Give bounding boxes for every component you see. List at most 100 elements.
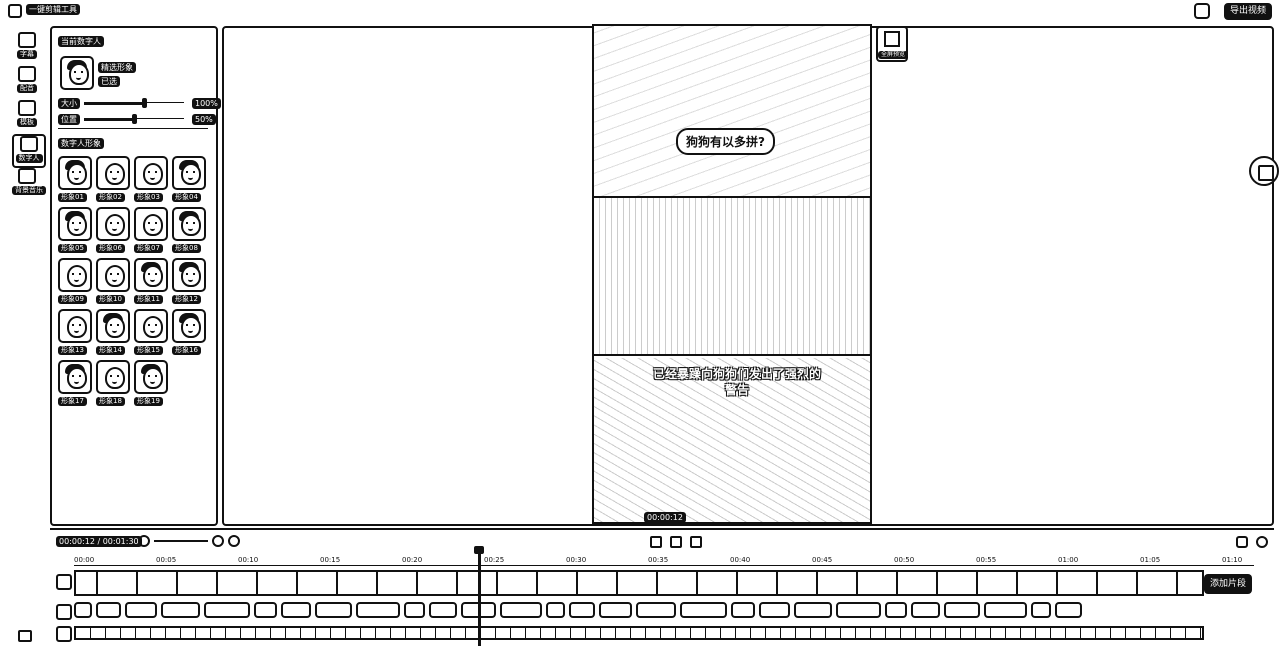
avatar-option[interactable]: 形象04: [172, 156, 208, 206]
audio-clip[interactable]: [161, 602, 200, 618]
ai-assistant-icon[interactable]: [1249, 156, 1279, 186]
avatar-thumbnail[interactable]: [172, 309, 206, 343]
next-frame-icon[interactable]: [690, 536, 702, 548]
audio-clip[interactable]: [254, 602, 277, 618]
previous-frame-icon[interactable]: [650, 536, 662, 548]
avatar-option[interactable]: 形象10: [96, 258, 132, 308]
rail-item-0[interactable]: 字幕: [12, 32, 42, 62]
zoom-slider[interactable]: [154, 540, 208, 542]
rail-item-1[interactable]: 配音: [12, 66, 42, 96]
avatar-thumbnail[interactable]: [96, 309, 130, 343]
timeline-settings-icon[interactable]: [1236, 536, 1248, 548]
avatar-option[interactable]: 形象02: [96, 156, 132, 206]
audio-clip[interactable]: [1055, 602, 1082, 618]
slider-handle[interactable]: [132, 114, 137, 124]
add-clip-button[interactable]: 添加片段: [1204, 574, 1253, 594]
timeline-collapse-icon[interactable]: [1256, 536, 1268, 548]
audio-clip[interactable]: [911, 602, 940, 618]
avatar-thumbnail[interactable]: [172, 258, 206, 292]
avatar-thumbnail[interactable]: [172, 156, 206, 190]
audio-clip[interactable]: [984, 602, 1027, 618]
audio-clip[interactable]: [680, 602, 727, 618]
avatar-thumbnail[interactable]: [96, 360, 130, 394]
audio-clip[interactable]: [500, 602, 542, 618]
audio-clip[interactable]: [836, 602, 881, 618]
zoom-out-icon[interactable]: [138, 535, 150, 547]
avatar-option[interactable]: 形象12: [172, 258, 208, 308]
rail-item-3[interactable]: 数字人: [12, 134, 46, 168]
audio-clip[interactable]: [794, 602, 832, 618]
playhead[interactable]: [474, 546, 484, 646]
avatar-thumbnail[interactable]: [134, 156, 168, 190]
avatar-option[interactable]: 形象17: [58, 360, 94, 410]
audio-clip[interactable]: [1031, 602, 1051, 618]
avatar-option[interactable]: 形象03: [134, 156, 170, 206]
audio-clip[interactable]: [74, 602, 92, 618]
time-ruler[interactable]: 00:00 00:05 00:10 00:15 00:20 00:25 00:30 00:35…: [74, 556, 1254, 566]
avatar-thumbnail[interactable]: [134, 360, 168, 394]
play-pause-icon[interactable]: [670, 536, 682, 548]
avatar-option[interactable]: 形象07: [134, 207, 170, 257]
audio-track[interactable]: [74, 602, 1204, 620]
rail-item-2[interactable]: 模板: [12, 100, 42, 130]
avatar-option[interactable]: 形象15: [134, 309, 170, 359]
slider-handle[interactable]: [142, 98, 147, 108]
help-icon[interactable]: [18, 630, 32, 642]
avatar-thumbnail[interactable]: [172, 207, 206, 241]
audio-clip[interactable]: [569, 602, 595, 618]
audio-clip[interactable]: [281, 602, 311, 618]
subtitle-track[interactable]: [74, 626, 1204, 640]
current-avatar[interactable]: [60, 56, 94, 90]
avatar-option[interactable]: 形象06: [96, 207, 132, 257]
audio-clip[interactable]: [599, 602, 632, 618]
ruler-tick: 00:30: [566, 556, 587, 564]
audio-clip[interactable]: [204, 602, 250, 618]
rail-item-4[interactable]: 背景音乐: [12, 168, 46, 198]
avatar-thumbnail[interactable]: [96, 207, 130, 241]
audio-clip[interactable]: [404, 602, 425, 618]
audio-clip[interactable]: [731, 602, 755, 618]
audio-clip[interactable]: [944, 602, 980, 618]
size-slider[interactable]: 大小 100%: [58, 98, 221, 109]
avatar-thumbnail[interactable]: [134, 258, 168, 292]
avatar-thumbnail[interactable]: [58, 258, 92, 292]
settings-icon[interactable]: [1194, 3, 1210, 19]
video-preview[interactable]: 狗狗有以多拼? 已经暴躁向狗狗们发出了强烈的警告: [592, 24, 872, 524]
video-track[interactable]: [74, 570, 1204, 596]
avatar-option[interactable]: 形象05: [58, 207, 94, 257]
avatar-thumbnail[interactable]: [58, 360, 92, 394]
avatar-option[interactable]: 形象18: [96, 360, 132, 410]
avatar-option[interactable]: 形象09: [58, 258, 94, 308]
avatar-thumbnail[interactable]: [58, 207, 92, 241]
audio-clip[interactable]: [885, 602, 907, 618]
avatar-thumbnail[interactable]: [96, 156, 130, 190]
export-button[interactable]: 导出视频: [1224, 3, 1273, 20]
audio-clip[interactable]: [356, 602, 400, 618]
audio-clip[interactable]: [636, 602, 676, 618]
audio-clip[interactable]: [315, 602, 352, 618]
avatar-thumbnail[interactable]: [134, 309, 168, 343]
fit-icon[interactable]: [228, 535, 240, 547]
avatar-option[interactable]: 形象14: [96, 309, 132, 359]
audio-clip[interactable]: [96, 602, 121, 618]
avatar-thumbnail[interactable]: [96, 258, 130, 292]
audio-clip[interactable]: [759, 602, 790, 618]
audio-clip[interactable]: [429, 602, 457, 618]
avatar-thumbnail[interactable]: [58, 156, 92, 190]
avatar-option[interactable]: 形象13: [58, 309, 94, 359]
zoom-in-icon[interactable]: [212, 535, 224, 547]
audio-clip[interactable]: [546, 602, 565, 618]
avatar-option[interactable]: 形象16: [172, 309, 208, 359]
caption-top[interactable]: 狗狗有以多拼?: [676, 128, 775, 155]
caption-bottom[interactable]: 已经暴躁向狗狗们发出了强烈的警告: [652, 366, 822, 398]
avatar-option[interactable]: 形象19: [134, 360, 170, 410]
avatar-option[interactable]: 形象01: [58, 156, 94, 206]
position-slider[interactable]: 位置 50%: [58, 114, 216, 125]
avatar-option[interactable]: 形象11: [134, 258, 170, 308]
fullscreen-button[interactable]: 全屏预览: [876, 26, 909, 62]
avatar-option[interactable]: 形象08: [172, 207, 208, 257]
avatar-thumbnail[interactable]: [58, 309, 92, 343]
avatar-thumbnail[interactable]: [134, 207, 168, 241]
avatar-label: 形象16: [172, 346, 201, 355]
audio-clip[interactable]: [125, 602, 157, 618]
